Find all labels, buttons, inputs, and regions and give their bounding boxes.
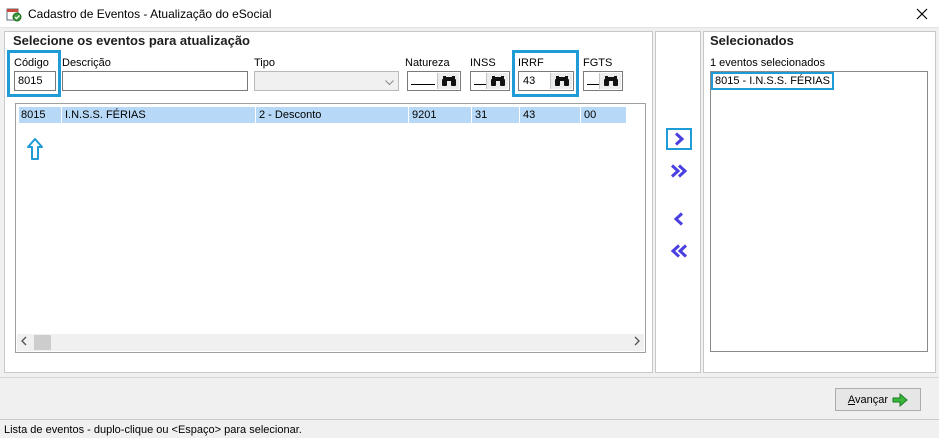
scroll-thumb[interactable] xyxy=(34,335,51,350)
selected-list[interactable]: 8015 - I.N.S.S. FÉRIAS xyxy=(710,71,928,352)
irrf-highlight xyxy=(512,50,579,97)
descricao-input[interactable] xyxy=(62,71,248,91)
selected-panel: Selecionados 1 eventos selecionados 8015… xyxy=(703,31,936,373)
cell-descricao: I.N.S.S. FÉRIAS xyxy=(65,109,146,121)
add-all-button[interactable] xyxy=(666,160,692,182)
cell-natureza: 9201 xyxy=(412,109,437,121)
fgts-label: FGTS xyxy=(583,57,613,69)
window-title: Cadastro de Eventos - Atualização do eSo… xyxy=(28,7,272,21)
column-separator xyxy=(519,107,520,123)
natureza-empty-mask xyxy=(411,84,435,85)
cell-tipo: 2 - Desconto xyxy=(259,109,322,121)
column-separator xyxy=(580,107,581,123)
descricao-label: Descrição xyxy=(62,57,111,69)
selected-section-title: Selecionados xyxy=(710,33,794,48)
status-text: Lista de eventos - duplo-clique ou <Espa… xyxy=(4,424,302,436)
title-bar: Cadastro de Eventos - Atualização do eSo… xyxy=(0,0,939,28)
column-separator xyxy=(61,107,62,123)
codigo-highlight xyxy=(7,50,61,97)
footer-bar: Avançar xyxy=(0,377,939,419)
inss-lookup[interactable] xyxy=(470,71,510,91)
inss-label: INSS xyxy=(470,57,496,69)
tipo-select[interactable] xyxy=(254,71,399,91)
remove-selected-button[interactable] xyxy=(666,208,692,230)
scroll-right-icon[interactable] xyxy=(634,336,640,349)
column-separator xyxy=(255,107,256,123)
events-panel: Selecione os eventos para atualização Có… xyxy=(4,31,653,373)
selected-count: 1 eventos selecionados xyxy=(710,57,825,69)
binoculars-icon[interactable] xyxy=(437,73,459,89)
events-grid[interactable]: 8015 I.N.S.S. FÉRIAS 2 - Desconto 9201 3… xyxy=(15,103,646,353)
fgts-empty-mask xyxy=(587,84,599,85)
app-calendar-icon xyxy=(6,6,22,22)
cell-inss: 31 xyxy=(475,109,488,121)
close-button[interactable] xyxy=(905,0,939,28)
add-selected-button[interactable] xyxy=(666,128,692,150)
column-separator xyxy=(471,107,472,123)
green-arrow-right-icon xyxy=(892,392,908,407)
tipo-label: Tipo xyxy=(254,57,275,69)
status-bar: Lista de eventos - duplo-clique ou <Espa… xyxy=(0,419,939,438)
chevron-left-icon xyxy=(673,212,684,226)
horizontal-scrollbar[interactable] xyxy=(17,334,644,351)
list-item[interactable]: 8015 - I.N.S.S. FÉRIAS xyxy=(711,72,834,90)
natureza-lookup[interactable] xyxy=(407,71,461,91)
double-chevron-left-icon xyxy=(670,244,688,258)
scroll-left-icon[interactable] xyxy=(21,336,27,349)
table-row[interactable]: 8015 I.N.S.S. FÉRIAS 2 - Desconto 9201 3… xyxy=(19,107,626,123)
cell-codigo: 8015 xyxy=(21,109,46,121)
next-button-label: Avançar xyxy=(847,393,889,406)
close-icon xyxy=(916,8,928,20)
binoculars-icon[interactable] xyxy=(599,73,621,89)
remove-all-button[interactable] xyxy=(666,240,692,262)
events-section-title: Selecione os eventos para atualização xyxy=(13,33,250,48)
chevron-right-icon xyxy=(674,132,685,146)
chevron-down-icon xyxy=(385,77,394,89)
transfer-strip xyxy=(655,31,701,373)
fgts-lookup[interactable] xyxy=(583,71,623,91)
double-chevron-right-icon xyxy=(670,164,688,178)
column-separator xyxy=(408,107,409,123)
inss-empty-mask xyxy=(474,84,486,85)
next-button[interactable]: Avançar xyxy=(835,388,921,411)
natureza-label: Natureza xyxy=(405,57,450,69)
cell-irrf: 43 xyxy=(523,109,536,121)
arrow-up-outline-icon xyxy=(27,138,43,163)
cell-fgts: 00 xyxy=(584,109,597,121)
binoculars-icon[interactable] xyxy=(486,73,508,89)
